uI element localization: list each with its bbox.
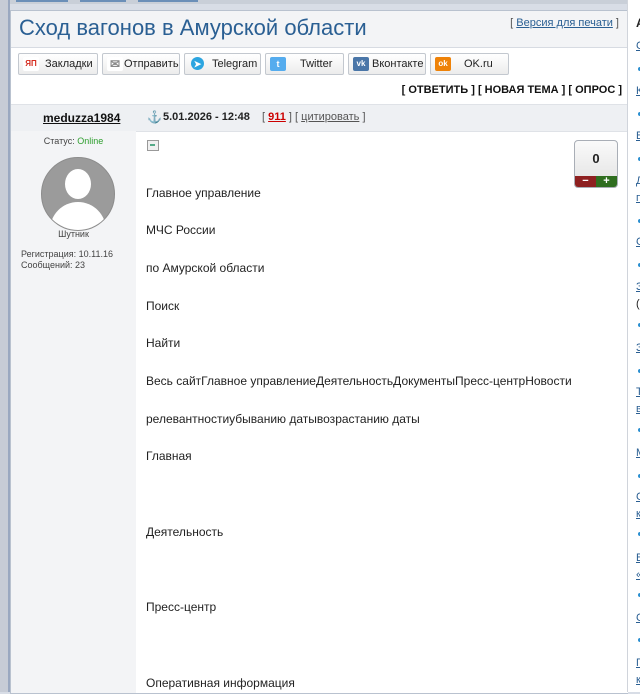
avatar[interactable] [41,157,115,231]
author-status: Статус: Online [11,136,136,146]
author-rank: Шутник [58,229,89,239]
sidebar-link[interactable]: З [636,281,640,293]
post-line: Главная [146,449,192,463]
sidebar-link[interactable]: П [636,657,640,669]
post-number-link[interactable]: 911 [268,111,286,123]
top-link-fragment[interactable] [138,0,198,2]
message-count: Сообщений: 23 [21,260,86,270]
post-line: МЧС России [146,223,216,237]
avatar-head [65,169,91,199]
quote-link[interactable]: цитировать [301,111,359,123]
top-link-fragment[interactable] [16,0,68,2]
broken-image-icon [147,140,159,151]
status-label: Статус: [43,136,75,146]
author-stats: Регистрация: 10.11.16 Сообщений: 23 [21,249,113,271]
post-line: Найти [146,336,181,350]
page-title: Сход вагонов в Амурской области [19,15,367,40]
sidebar-link[interactable]: С [636,612,640,624]
post-line: Главное управление [146,186,261,200]
yandex-bookmarks-icon: ЯП [23,57,39,71]
sidebar-heading-fragment: А [636,16,640,30]
avatar-body [50,202,106,230]
post-line: Весь сайтГлавное управлениеДеятельностьД… [146,374,572,388]
sidebar-link[interactable]: п [636,192,640,204]
rating-minus-button[interactable]: − [575,176,596,187]
ok-icon: ok [435,57,451,71]
sidebar-link[interactable]: М [636,447,640,459]
share-bookmarks-button[interactable]: ЯП Закладки [18,53,98,75]
telegram-icon: ➤ [191,57,204,70]
sidebar-link[interactable]: « [636,569,640,581]
share-email-label: Отправить [124,58,179,70]
forum-topic-panel: Сход вагонов в Амурской области [ Версия… [10,10,628,694]
anchor-icon[interactable]: ⚓ [147,110,162,124]
post-line: по Амурской области [146,261,265,275]
sidebar-link[interactable]: Т [636,386,640,398]
share-vk-label: Вконтакте [372,58,424,70]
sidebar-link[interactable]: в [636,403,640,415]
post-rating-widget: 0 − + [574,140,618,188]
left-edge [0,0,10,692]
share-telegram-button[interactable]: ➤ Telegram [184,53,261,75]
sidebar-link[interactable]: Д [636,175,640,187]
share-bookmarks-label: Закладки [45,58,93,70]
post-line: Поиск [146,299,180,313]
sidebar-link[interactable]: З [636,342,640,354]
mail-icon: ✉ [107,57,123,71]
share-vk-button[interactable]: vk Вконтакте [348,53,426,75]
post-line: Пресс-центр [146,600,217,614]
sidebar-link[interactable]: В [636,552,640,564]
share-email-button[interactable]: ✉ Отправить [102,53,180,75]
post-line: Деятельность [146,525,224,539]
topic-actions[interactable]: [ ОТВЕТИТЬ ] [ НОВАЯ ТЕМА ] [ ОПРОС ] [402,84,622,96]
top-edge [0,0,640,4]
registration-date: Регистрация: 10.11.16 [21,249,113,259]
share-twitter-button[interactable]: t Twitter [265,53,344,75]
share-telegram-label: Telegram [212,58,258,70]
right-sidebar: А С К В Д п С З ( З Т в М С к В « С П к [627,0,640,692]
print-version-link[interactable]: [ Версия для печати ] [510,17,619,29]
author-panel: Статус: Online Шутник Регистрация: 10.11… [11,131,136,693]
share-twitter-label: Twitter [300,58,333,70]
sidebar-link[interactable]: С [636,40,640,52]
post-line: релевантностиубыванию датывозрастанию да… [146,412,420,426]
rating-plus-button[interactable]: + [596,176,617,187]
sidebar-text: ( [636,298,640,310]
twitter-icon: t [270,57,286,71]
post-author-link[interactable]: meduzza1984 [43,111,120,125]
sidebar-link[interactable]: С [636,491,640,503]
sidebar-link[interactable]: С [636,236,640,248]
sidebar-link[interactable]: В [636,130,640,142]
share-ok-button[interactable]: ok OK.ru [430,53,509,75]
topic-header: Сход вагонов в Амурской области [ Версия… [11,11,628,48]
sidebar-link[interactable]: к [636,508,640,520]
post-date: 5.01.2026 - 12:48 [163,111,250,123]
post-line: Оперативная информация [146,676,295,690]
top-link-fragment[interactable] [80,0,126,2]
print-version-label[interactable]: Версия для печати [516,17,613,29]
sidebar-link[interactable]: к [636,674,640,686]
status-value: Online [77,136,104,146]
share-ok-label: OK.ru [464,58,493,70]
vk-icon: vk [353,57,369,71]
rating-value: 0 [592,151,600,166]
post-meta: [ 911 ] [ цитировать ] [262,111,366,123]
post-header: meduzza1984 ⚓ 5.01.2026 - 12:48 [ 911 ] … [11,104,628,132]
sidebar-link[interactable]: К [636,85,640,97]
